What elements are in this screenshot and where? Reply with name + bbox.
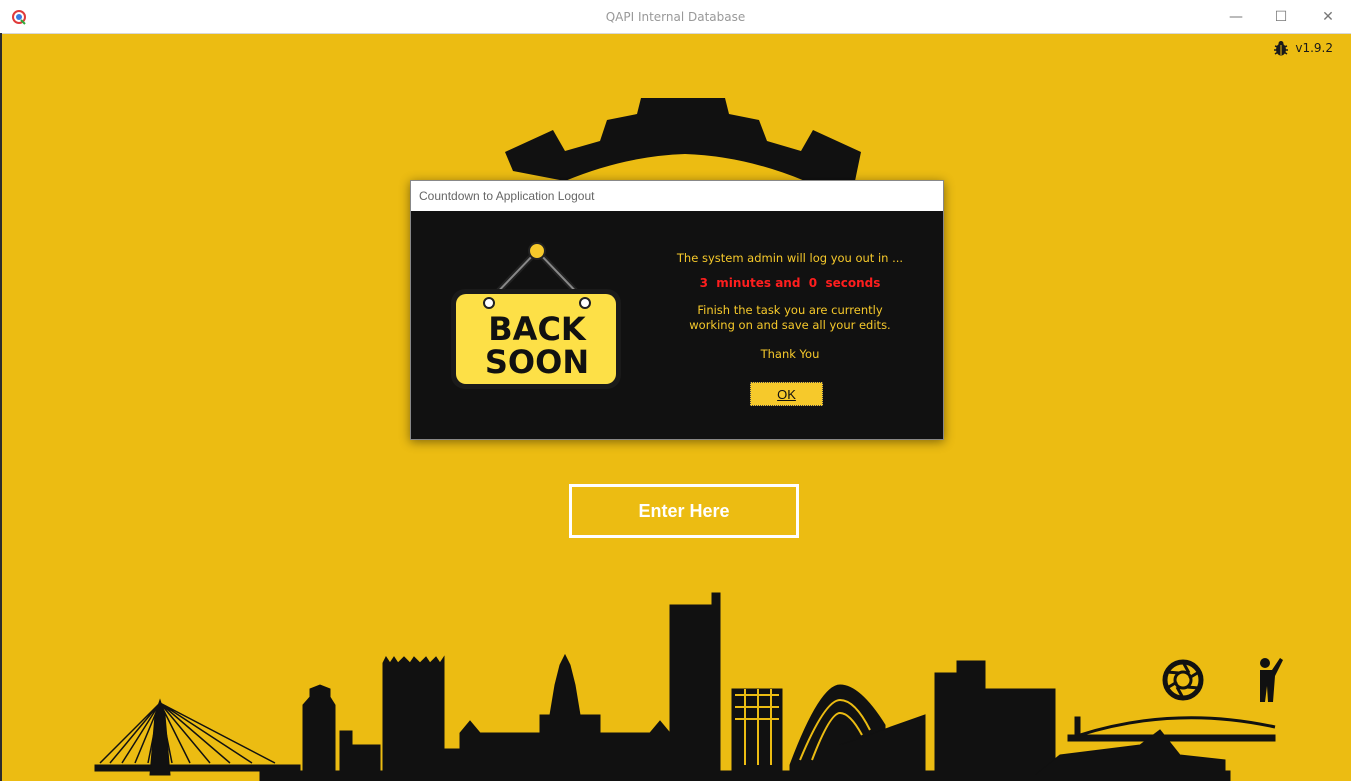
camera-aperture-icon[interactable] — [1161, 658, 1205, 702]
countdown-timer: 3 minutes and 0 seconds — [699, 276, 881, 290]
close-button[interactable]: ✕ — [1317, 6, 1339, 28]
dialog-title: Countdown to Application Logout — [411, 181, 943, 211]
bug-icon[interactable] — [1273, 40, 1289, 56]
enter-here-button[interactable]: Enter Here — [569, 484, 799, 538]
logout-countdown-dialog: Countdown to Application Logout BACK SOO… — [410, 180, 944, 440]
version-indicator: v1.9.2 — [1273, 40, 1333, 56]
window-title: QAPI Internal Database — [605, 10, 746, 24]
city-skyline-illustration — [94, 592, 1276, 781]
save-instructions: Finish the task you are currently workin… — [647, 303, 933, 333]
minimize-button[interactable]: — — [1225, 6, 1247, 28]
back-soon-sign-illustration: BACK SOON — [451, 242, 621, 389]
version-label: v1.9.2 — [1295, 41, 1333, 55]
sign-text-soon: SOON — [485, 343, 589, 381]
save-instructions-line1: Finish the task you are currently — [697, 303, 883, 317]
logout-warning-text: The system admin will log you out in ... — [676, 251, 904, 265]
maximize-button[interactable]: ☐ — [1270, 6, 1292, 28]
thank-you-text: Thank You — [760, 347, 820, 361]
window-titlebar: QAPI Internal Database — ☐ ✕ — [0, 0, 1351, 34]
waving-person-icon[interactable] — [1252, 652, 1286, 704]
save-instructions-line2: working on and save all your edits. — [689, 318, 891, 332]
countdown-message: The system admin will log you out in ...… — [647, 251, 933, 361]
ok-button[interactable]: OK — [750, 382, 823, 406]
